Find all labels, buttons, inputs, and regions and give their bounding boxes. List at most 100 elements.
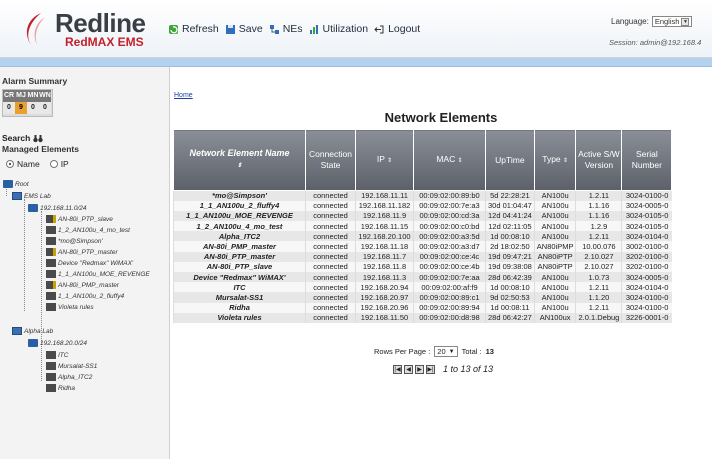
cell-serial: 3024-0100-0 [621,302,672,313]
cell-serial: 3024-0005-0 [621,272,672,283]
tree-device[interactable]: *mo@Simpson' [46,237,103,245]
breadcrumb-home-link[interactable]: Home [174,92,193,99]
alarm-count-major[interactable]: 9 [15,102,27,114]
table-row[interactable]: Mursalat-SS1 connected 192.168.20.97 00:09:… [173,292,672,303]
pagination-settings: Rows Per Page : 20 ▼ Total : 13 [374,346,494,357]
radio-ip-control[interactable] [49,160,58,168]
column-header-sw-version[interactable]: Active S/W Version [575,129,623,191]
column-header-name[interactable]: Network Element Name ⇕ [173,129,306,191]
nes-button[interactable]: NEs [269,23,303,35]
prev-page-button[interactable]: ◀ [404,364,413,374]
tree-alpha-lab-label: Alpha Lab [24,327,54,335]
language-select[interactable]: English ▼ [651,16,693,27]
table-row[interactable]: 1_1_AN100u_2_fluffy4 connected 192.168.11.… [173,200,672,211]
tree-device-label: AN-80i_PTP_slave [58,215,113,223]
tree-ems-lab[interactable]: EMS Lab [12,192,51,200]
table-row[interactable]: AN-80i_PTP_slave connected 192.168.11.8 00:… [173,261,672,272]
alarm-count-minor[interactable]: 0 [27,102,39,114]
tree-device[interactable]: Ridha [46,384,75,392]
cell-uptime: 30d 01:04:47 [485,200,535,211]
column-header-ip[interactable]: IP ⇕ [355,129,414,191]
table-row[interactable]: Ridha connected 192.168.20.96 00:09:02:00:8… [173,302,672,313]
save-button[interactable]: Save [225,23,263,35]
table-row[interactable]: AN-80i_PTP_master connected 192.168.11.7 00… [173,251,672,262]
tree-subnet-1[interactable]: 192.168.11.0/24 [28,204,87,212]
column-header-mac[interactable]: MAC ⇕ [413,129,486,191]
sort-icon: ⇕ [563,157,569,164]
tree-device[interactable]: 1_1_AN100u_2_fluffy4 [46,292,124,300]
alarm-count-warning[interactable]: 0 [39,102,51,114]
tree-device-label: ITC [58,351,69,359]
cell-state: connected [305,190,356,201]
table-row[interactable]: Device "Redmax" WiMAX' connected 192.168.1… [173,272,672,283]
tree-root[interactable]: Root [3,180,29,188]
cell-mac: 00:09:02:00:c0:bd [413,221,486,232]
utilization-label: Utilization [322,23,369,35]
sort-icon: ⇕ [387,157,393,164]
table-row[interactable]: Violeta rules connected 192.168.11.50 00:09… [173,312,672,323]
cell-serial: 3024-0005-0 [621,200,672,211]
cell-ip: 192.168.11.11 [355,190,414,201]
tree-device[interactable]: Violeta rules [46,303,94,311]
tree-device[interactable]: ITC [46,351,68,359]
tree-device[interactable]: Device "Redmax" WiMAX' [46,259,133,267]
cell-type: AN100u [533,190,576,201]
network-icon [3,180,13,188]
device-icon [46,351,56,359]
radio-name[interactable]: Name [6,159,40,169]
cell-ip: 192.168.11.7 [355,251,414,262]
radio-ip[interactable]: IP [49,159,69,169]
next-page-button[interactable]: ▶ [415,364,424,374]
tree-device[interactable]: Alpha_ITC2 [46,373,92,381]
cell-name: *mo@Simpson' [173,190,306,201]
column-header-uptime[interactable]: UpTime [485,129,535,191]
table-row[interactable]: 1_2_AN100u_4_mo_test connected 192.168.11.… [173,221,672,232]
tree-device[interactable]: 1_1_AN100u_MOE_REVENGE [46,270,150,278]
tree-device[interactable]: AN-80i_PMP_master [46,281,119,289]
cell-type: AN100u [533,302,576,313]
last-page-button[interactable]: ▶| [426,364,435,374]
utilization-button[interactable]: Utilization [309,23,369,35]
cell-sw-version: 2.0.1.Debug [575,312,622,323]
tree-subnet-2[interactable]: 192.168.20.0/24 [28,339,87,347]
logout-button[interactable]: Logout [374,23,420,35]
tree-root-label: Root [15,180,29,188]
tree-device-label: AN-80i_PMP_master [58,281,120,289]
refresh-button[interactable]: Refresh [168,23,219,35]
cell-type: AN100u [533,231,576,242]
cell-serial: 3202-0100-0 [621,261,672,272]
tree-device[interactable]: AN-80i_PTP_slave [46,215,113,223]
logout-icon [374,25,384,33]
alarm-header-critical: CR [3,90,15,102]
tree-device[interactable]: AN-80i_PTP_master [46,248,118,256]
cell-sw-version: 1.2.11 [575,302,622,313]
managed-elements-title: Managed Elements [2,144,79,154]
column-header-state[interactable]: Connection State [305,129,356,191]
radio-ip-label: IP [60,159,69,169]
tree-device[interactable]: 1_2_AN100u_4_mo_test [46,226,130,234]
alarm-count-critical[interactable]: 0 [3,102,15,114]
cell-uptime: 1d 00:08:10 [485,231,535,242]
table-row[interactable]: AN-80i_PMP_master connected 192.168.11.18 0… [173,241,672,252]
sidebar: Alarm Summary CR MJ MN WN 0 9 0 0 Search… [0,67,170,459]
table-row[interactable]: *mo@Simpson' connected 192.168.11.11 00:09:… [173,190,672,201]
table-row[interactable]: ITC connected 192.168.20.94 00:09:02:00:af:… [173,282,672,293]
column-header-type[interactable]: Type ⇕ [533,129,577,191]
rows-per-page-select[interactable]: 20 ▼ [434,346,458,357]
tree-device-label: *mo@Simpson' [58,237,103,245]
tree-device[interactable]: Mursalat-SS1 [46,362,97,370]
cell-mac: 00:09:02:00:89:b0 [413,190,486,201]
cell-name: Alpha_ITC2 [173,231,306,242]
alarm-summary-title: Alarm Summary [2,76,68,86]
device-icon [46,226,56,234]
cell-type: AN100u [533,200,576,211]
tree-alpha-lab[interactable]: Alpha Lab [12,327,53,335]
radio-name-control[interactable] [6,160,14,168]
rows-per-page-label: Rows Per Page : [374,347,431,356]
first-page-button[interactable]: |◀ [393,364,402,374]
table-row[interactable]: 1_1_AN100u_MOE_REVENGE connected 192.168.1… [173,210,672,222]
table-row[interactable]: Alpha_ITC2 connected 192.168.20.100 00:09:0… [173,231,672,242]
language-value: English [654,17,680,26]
column-header-serial[interactable]: Serial Number [621,129,673,191]
binoculars-icon[interactable] [33,134,44,143]
